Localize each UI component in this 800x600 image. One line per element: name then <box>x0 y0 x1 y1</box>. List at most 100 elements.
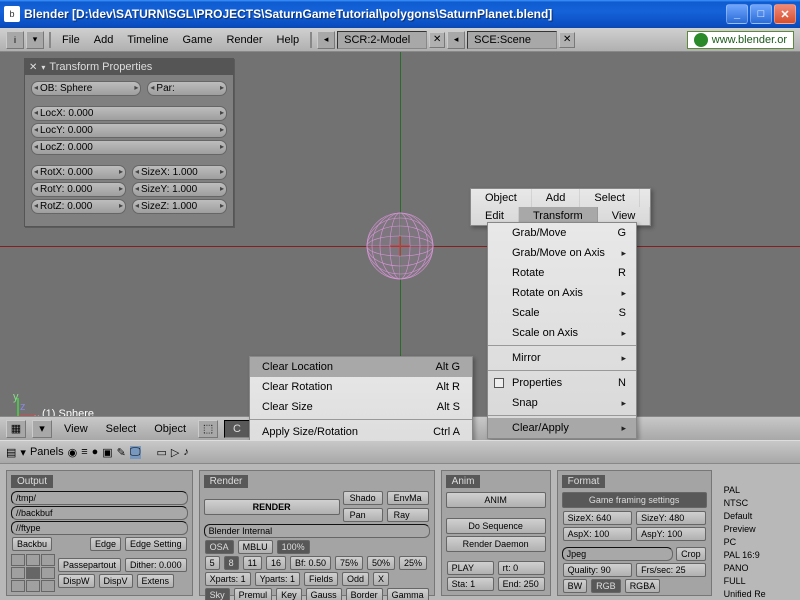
panel-close-icon[interactable]: ✕ <box>29 62 37 73</box>
key-button[interactable]: Key <box>276 588 302 600</box>
pct25[interactable]: 25% <box>399 556 427 570</box>
render-daemon-button[interactable]: Render Daemon <box>446 536 546 552</box>
ray-button[interactable]: Ray <box>387 508 429 522</box>
menu-file[interactable]: File <box>56 32 86 48</box>
clear-location[interactable]: Clear LocationAlt G <box>250 357 472 377</box>
submenu-rotate-axis[interactable]: Rotate on Axis▸ <box>488 283 636 303</box>
rgba-button[interactable]: RGBA <box>625 579 661 593</box>
gauss-button[interactable]: Gauss <box>306 588 342 600</box>
panel-tab-render[interactable]: Render <box>204 475 249 488</box>
scene-delete-button[interactable]: ✕ <box>559 32 575 48</box>
envmap-button[interactable]: EnvMa <box>387 491 429 505</box>
maximize-button[interactable]: □ <box>750 4 772 24</box>
scene-selector[interactable]: SCE:Scene <box>467 31 557 49</box>
locz-field[interactable]: LocZ: 0.000 <box>31 140 227 155</box>
format-selector[interactable]: Jpeg <box>562 547 673 561</box>
sizex-field[interactable]: SizeX: 640 <box>563 511 633 525</box>
menu-timeline[interactable]: Timeline <box>121 32 174 48</box>
context-object-icon[interactable]: ▣ <box>102 446 112 459</box>
dither-field[interactable]: Dither: 0.000 <box>125 558 187 572</box>
backbuf-button[interactable]: Backbu <box>12 537 52 551</box>
rotx-field[interactable]: RotX: 0.000 <box>31 165 126 180</box>
x-button[interactable]: X <box>373 572 389 586</box>
panel-tab-anim[interactable]: Anim <box>446 475 481 488</box>
end-field[interactable]: End: 250 <box>498 577 545 591</box>
scn-prev-icon[interactable]: ◂ <box>447 31 465 49</box>
passepartout-button[interactable]: Passepartout <box>58 558 121 572</box>
preset-default[interactable]: Default <box>718 510 772 522</box>
clear-size[interactable]: Clear SizeAlt S <box>250 397 472 417</box>
parent-field[interactable]: Par: <box>147 81 227 96</box>
xparts-field[interactable]: Xparts: 1 <box>205 572 251 586</box>
osa16[interactable]: 16 <box>266 556 286 570</box>
submenu-clear-apply[interactable]: Clear/Apply▸ <box>488 418 636 438</box>
context-shading-icon[interactable]: ● <box>92 446 99 458</box>
aspx-field[interactable]: AspX: 100 <box>563 527 633 541</box>
apply-size-rotation[interactable]: Apply Size/RotationCtrl A <box>250 422 472 442</box>
bw-button[interactable]: BW <box>563 579 588 593</box>
bf-field[interactable]: Bf: 0.50 <box>290 556 331 570</box>
sizey-field[interactable]: SizeY: 1.000 <box>132 182 227 197</box>
menu-add[interactable]: Add <box>88 32 120 48</box>
preset-pc[interactable]: PC <box>718 536 772 548</box>
crop-button[interactable]: Crop <box>676 547 706 561</box>
pan-button[interactable]: Pan <box>343 508 383 522</box>
mblur-button[interactable]: MBLU <box>238 540 273 554</box>
preset-ntsc[interactable]: NTSC <box>718 497 772 509</box>
osa8[interactable]: 8 <box>224 556 239 570</box>
pct75[interactable]: 75% <box>335 556 363 570</box>
ctx-object[interactable]: Object <box>471 189 532 207</box>
context-logic-icon[interactable]: ◉ <box>68 446 78 459</box>
locy-field[interactable]: LocY: 0.000 <box>31 123 227 138</box>
close-button[interactable]: ✕ <box>774 4 796 24</box>
vp-menu-object[interactable]: Object <box>148 421 192 437</box>
spacebar-context-menu[interactable]: Object Add Select Edit Transform View <box>470 188 651 226</box>
viewport-type-icon[interactable]: ▦ <box>6 420 26 438</box>
render-engine-selector[interactable]: Blender Internal <box>204 524 430 538</box>
url-bar[interactable]: www.blender.or <box>687 31 794 49</box>
sizex-field[interactable]: SizeX: 1.000 <box>132 165 227 180</box>
mode-selector[interactable]: C <box>224 420 250 438</box>
menu-game[interactable]: Game <box>176 32 218 48</box>
expand-icon[interactable]: ▾ <box>26 31 44 49</box>
mode-selector-icon[interactable]: ⬚ <box>198 420 218 438</box>
dispw-button[interactable]: DispW <box>58 574 95 588</box>
play-button[interactable]: PLAY <box>447 561 494 575</box>
dispv-button[interactable]: DispV <box>99 574 133 588</box>
buttons-expand-icon[interactable]: ▾ <box>20 446 26 459</box>
rgb-button[interactable]: RGB <box>591 579 621 593</box>
preset-pal169[interactable]: PAL 16:9 <box>718 549 772 561</box>
render-button[interactable]: RENDER <box>204 499 340 515</box>
edge-settings-button[interactable]: Edge Setting <box>125 537 187 551</box>
panel-collapse-icon[interactable]: ▾ <box>41 63 45 72</box>
panel-tab-format[interactable]: Format <box>562 475 606 488</box>
screen-selector[interactable]: SCR:2-Model <box>337 31 427 49</box>
submenu-scale-axis[interactable]: Scale on Axis▸ <box>488 323 636 343</box>
anim-button[interactable]: ANIM <box>446 492 546 508</box>
border-button[interactable]: Border <box>346 588 383 600</box>
sub-sound-icon[interactable]: ♪ <box>183 446 189 458</box>
roty-field[interactable]: RotY: 0.000 <box>31 182 126 197</box>
render-region-grid[interactable] <box>11 554 55 592</box>
rotz-field[interactable]: RotZ: 0.000 <box>31 199 126 214</box>
submenu-properties[interactable]: PropertiesN <box>488 373 636 393</box>
osa-button[interactable]: OSA <box>205 540 234 554</box>
submenu-scale[interactable]: ScaleS <box>488 303 636 323</box>
preset-pano[interactable]: PANO <box>718 562 772 574</box>
locx-field[interactable]: LocX: 0.000 <box>31 106 227 121</box>
screen-delete-button[interactable]: ✕ <box>429 32 445 48</box>
sizey-field[interactable]: SizeY: 480 <box>636 511 706 525</box>
minimize-button[interactable]: _ <box>726 4 748 24</box>
ctx-select[interactable]: Select <box>580 189 640 207</box>
premul-button[interactable]: Premul <box>234 588 273 600</box>
ctx-add[interactable]: Add <box>532 189 581 207</box>
clear-rotation[interactable]: Clear RotationAlt R <box>250 377 472 397</box>
osa5[interactable]: 5 <box>205 556 220 570</box>
preset-preview[interactable]: Preview <box>718 523 772 535</box>
edge-button[interactable]: Edge <box>90 537 121 551</box>
odd-button[interactable]: Odd <box>342 572 369 586</box>
sub-anim-icon[interactable]: ▷ <box>171 446 179 459</box>
pct100-button[interactable]: 100% <box>277 540 310 554</box>
extens-button[interactable]: Extens <box>137 574 175 588</box>
submenu-snap[interactable]: Snap▸ <box>488 393 636 413</box>
